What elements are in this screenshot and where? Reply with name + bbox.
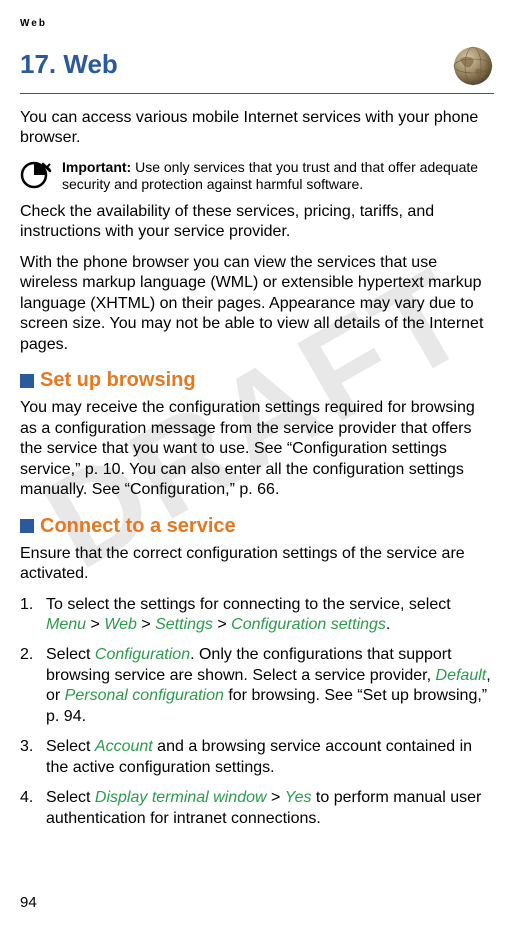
important-icon [20,161,52,189]
list-item: To select the settings for connecting to… [20,595,494,636]
section-title-connect: Connect to a service [40,515,236,538]
page-number: 94 [20,894,37,911]
important-text: Important: Use only services that you tr… [62,159,494,194]
section-heading-connect: Connect to a service [20,515,494,538]
chapter-title: 17. Web [20,49,118,80]
list-item: Select Display terminal window > Yes to … [20,788,494,829]
chapter-name: Web [63,49,117,79]
availability-text: Check the availability of these services… [20,202,494,243]
setup-text: You may receive the configuration settin… [20,398,494,500]
globe-icon [452,45,494,87]
link-text: Display terminal window [95,789,267,806]
link-text: Menu [46,616,86,633]
link-text: Web [104,616,137,633]
browser-description: With the phone browser you can view the … [20,253,494,355]
section-bullet-icon [20,374,34,388]
chapter-number: 17. [20,49,56,79]
list-item: Select Account and a browsing service ac… [20,737,494,778]
important-note: Important: Use only services that you tr… [20,159,494,194]
link-text: Account [95,738,153,755]
link-text: Default [436,667,487,684]
running-header: Web [20,18,494,29]
link-text: Yes [285,789,312,806]
section-title-setup: Set up browsing [40,369,196,392]
connect-steps-list: To select the settings for connecting to… [20,595,494,830]
intro-text: You can access various mobile Internet s… [20,108,494,149]
link-text: Settings [155,616,213,633]
important-label: Important: [62,159,131,175]
list-item: Select Configuration. Only the configura… [20,645,494,727]
chapter-title-row: 17. Web [20,49,494,94]
section-heading-setup: Set up browsing [20,369,494,392]
link-text: Personal configuration [65,687,224,704]
section-bullet-icon [20,519,34,533]
connect-intro: Ensure that the correct configuration se… [20,544,494,585]
link-text: Configuration [95,646,190,663]
link-text: Configuration settings [231,616,386,633]
